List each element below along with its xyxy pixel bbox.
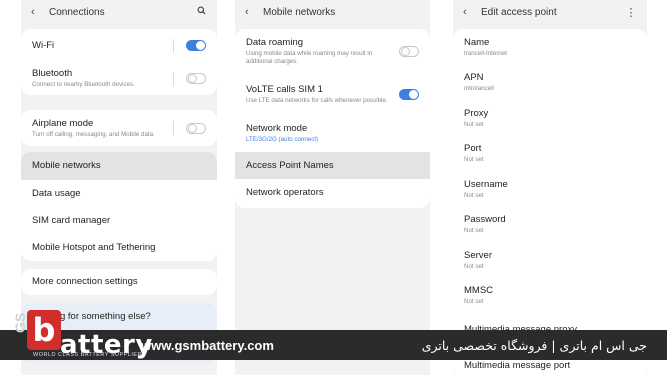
ap-field-mmsc[interactable]: MMSC Not set [453, 278, 647, 314]
divider [173, 38, 174, 53]
network-mode-label: Network mode [246, 123, 308, 135]
hotspot-label: Mobile Hotspot and Tethering [32, 241, 156, 253]
field-value: Not set [464, 298, 484, 305]
ap-field-name[interactable]: Name trancell-Internet [453, 29, 647, 65]
mobile-networks-label: Mobile networks [32, 160, 101, 171]
bluetooth-row[interactable]: Bluetooth Connect to nearby Bluetooth de… [21, 62, 217, 95]
field-value: Not set [464, 156, 484, 163]
data-roaming-toggle[interactable] [399, 45, 419, 57]
network-mode-row[interactable]: Network mode LTE/3G/2G (auto connect) [235, 115, 430, 152]
mobile-networks-item[interactable]: Mobile networks [21, 152, 217, 180]
field-label: Name [464, 36, 490, 48]
bluetooth-label: Bluetooth [32, 68, 73, 80]
back-arrow-icon[interactable]: ‹ [463, 6, 475, 18]
more-settings-label: More connection settings [32, 276, 138, 287]
page-title: Mobile networks [263, 6, 336, 18]
field-value: mtnirancell [464, 85, 494, 92]
sim-manager-item[interactable]: SIM card manager [21, 207, 217, 234]
bluetooth-subtitle: Connect to nearby Bluetooth devices. [32, 81, 135, 89]
data-roaming-label: Data roaming [246, 37, 304, 48]
hotspot-item[interactable]: Mobile Hotspot and Tethering [21, 234, 217, 261]
ap-field-password[interactable]: Password Not set [453, 207, 647, 243]
back-arrow-icon[interactable]: ‹ [245, 6, 257, 18]
field-value: Not set [464, 227, 484, 234]
wifi-toggle[interactable] [186, 40, 206, 51]
divider [173, 71, 174, 86]
page-title: Connections [49, 6, 105, 18]
data-usage-label: Data usage [32, 187, 81, 199]
field-label: Proxy [464, 107, 489, 119]
field-value: trancell-Internet [464, 49, 507, 57]
field-label: MMSC [464, 285, 494, 296]
field-label: APN [464, 72, 484, 83]
volte-toggle[interactable] [399, 88, 419, 100]
network-group-card: Mobile networks Data usage SIM card mana… [21, 152, 217, 261]
search-icon[interactable] [195, 6, 207, 18]
mobile-settings-card: Data roaming Using mobile data while roa… [235, 29, 430, 208]
more-connection-settings-item[interactable]: More connection settings [21, 269, 217, 295]
connections-header: ‹ Connections [21, 0, 217, 24]
data-roaming-row[interactable]: Data roaming Using mobile data while roa… [235, 29, 430, 73]
ap-field-apn[interactable]: APN mtnirancell [453, 65, 647, 101]
page-title: Edit access point [481, 6, 557, 18]
field-value: Not set [464, 191, 484, 199]
website-url: www.gsmbattery.com [141, 338, 274, 353]
network-mode-value: LTE/3G/2G (auto connect) [246, 136, 319, 144]
apn-label: Access Point Names [246, 159, 334, 171]
airplane-toggle[interactable] [186, 122, 206, 134]
back-arrow-icon[interactable]: ‹ [31, 6, 43, 18]
ap-field-proxy[interactable]: Proxy Not set [453, 100, 647, 136]
divider [173, 121, 174, 135]
mobile-networks-header: ‹ Mobile networks [235, 0, 430, 24]
airplane-label: Airplane mode [32, 117, 94, 129]
wifi-label: Wi-Fi [32, 39, 55, 51]
logo-b-icon: b [27, 310, 61, 350]
volte-subtitle: Use LTE data networks for calls whenever… [246, 96, 388, 104]
field-label: Password [464, 214, 506, 225]
field-label: Port [464, 143, 482, 154]
network-operators-label: Network operators [246, 186, 324, 198]
ap-fields-card: Name trancell-Internet APN mtnirancell P… [453, 29, 647, 375]
more-settings-card: More connection settings [21, 269, 217, 295]
wifi-row[interactable]: Wi-Fi [21, 29, 217, 62]
volte-row[interactable]: VoLTE calls SIM 1 Use LTE data networks … [235, 73, 430, 115]
data-usage-item[interactable]: Data usage [21, 180, 217, 207]
logo-gs-text: GS [12, 312, 28, 333]
ap-field-port[interactable]: Port Not set [453, 136, 647, 172]
network-operators-item[interactable]: Network operators [235, 179, 430, 206]
persian-caption: جی اس ام باتری | فروشگاه تخصصی باتری [421, 338, 647, 353]
more-options-icon[interactable]: ⋮ [625, 6, 637, 19]
field-value: Not set [464, 120, 484, 128]
airplane-subtitle: Turn off calling, messaging, and Mobile … [32, 130, 155, 138]
field-label: Server [464, 249, 492, 261]
edit-access-point-screen: ‹ Edit access point ⋮ Name trancell-Inte… [453, 0, 647, 375]
sim-manager-label: SIM card manager [32, 214, 111, 226]
mobile-networks-screen: ‹ Mobile networks Data roaming Using mob… [235, 0, 430, 375]
ap-field-username[interactable]: Username Not set [453, 171, 647, 207]
bluetooth-toggle[interactable] [186, 73, 206, 84]
access-point-names-item[interactable]: Access Point Names [235, 152, 430, 179]
field-label: Multimedia message port [464, 359, 571, 371]
edit-ap-header: ‹ Edit access point ⋮ [453, 0, 647, 24]
field-value: Not set [464, 262, 484, 270]
ap-field-server[interactable]: Server Not set [453, 242, 647, 278]
field-label: Username [464, 178, 508, 190]
logo-tagline: WORLD CLASS BATTERY SUPPLIER [33, 352, 143, 358]
airplane-row[interactable]: Airplane mode Turn off calling, messagin… [21, 110, 217, 146]
airplane-card: Airplane mode Turn off calling, messagin… [21, 110, 217, 146]
data-roaming-subtitle: Using mobile data while roaming may resu… [246, 50, 373, 65]
volte-label: VoLTE calls SIM 1 [246, 83, 323, 95]
wifi-bluetooth-card: Wi-Fi Bluetooth Connect to nearby Blueto… [21, 29, 217, 95]
